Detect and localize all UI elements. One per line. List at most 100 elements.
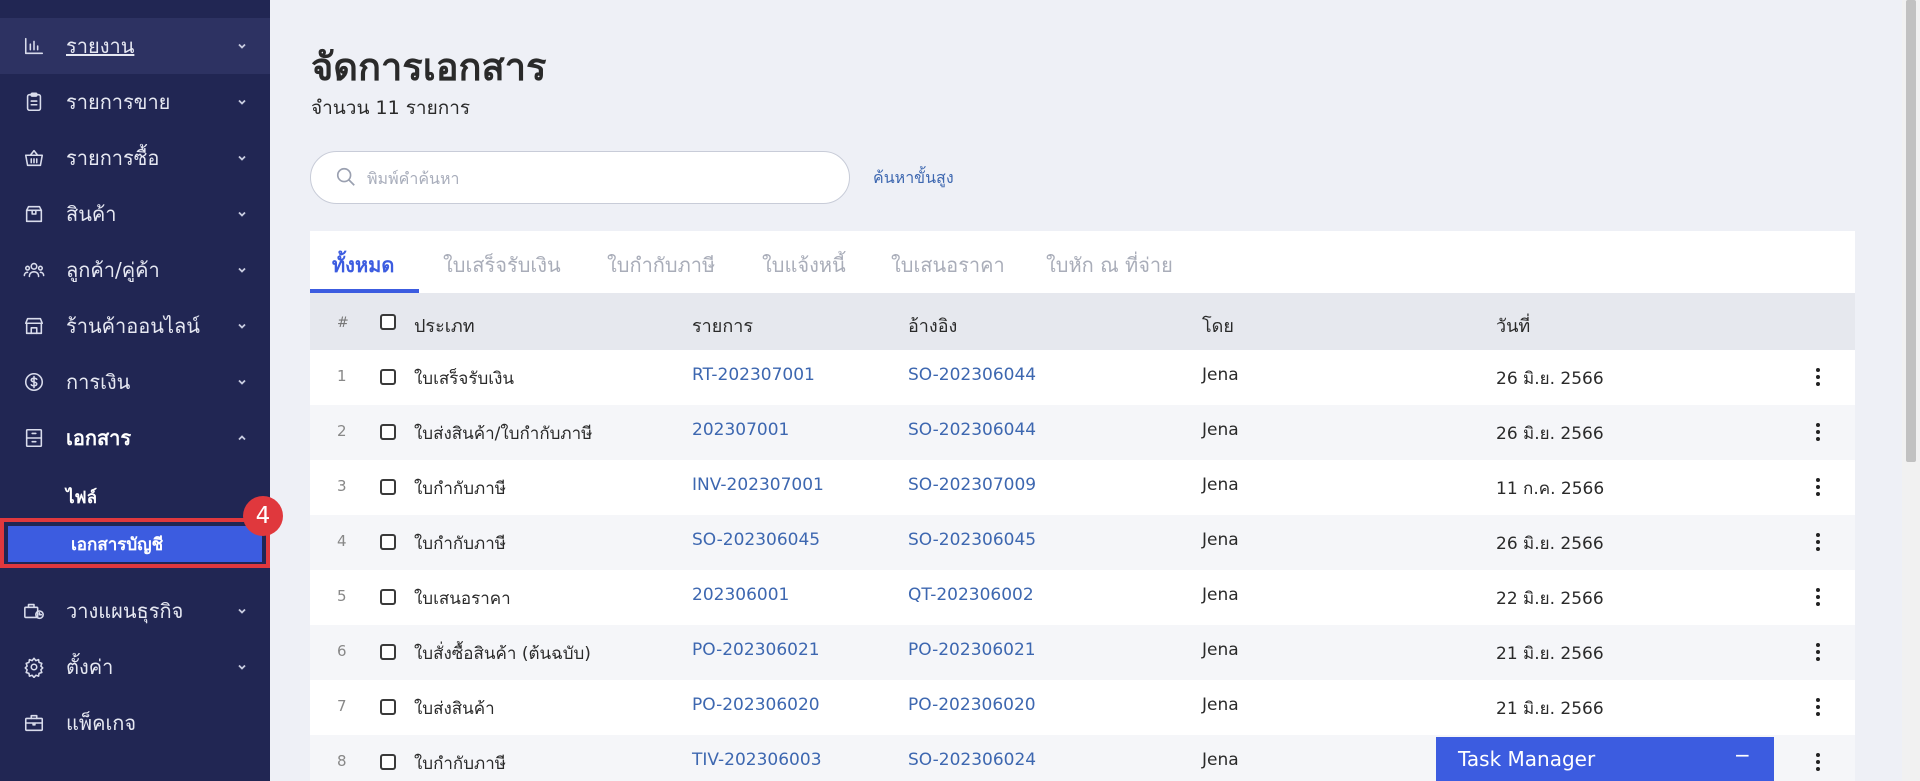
tab-withholding[interactable]: ใบหัก ณ ที่จ่าย (1046, 249, 1173, 281)
users-icon (22, 258, 46, 282)
row-item-link[interactable]: PO-202306020 (692, 695, 820, 715)
row-ref-link[interactable]: SO-202306044 (908, 365, 1036, 385)
tab-tax-invoices[interactable]: ใบกำกับภาษี (607, 249, 715, 281)
row-item-link[interactable]: RT-202307001 (692, 365, 815, 385)
header-by: โดย (1202, 316, 1234, 337)
row-ref-link[interactable]: SO-202306045 (908, 530, 1036, 550)
tab-quotations[interactable]: ใบเสนอราคา (891, 249, 1005, 281)
row-type: ใบกำกับภาษี (414, 754, 506, 774)
table-row[interactable]: 4 ใบกำกับภาษี SO-202306045 SO-202306045 … (310, 515, 1855, 570)
table-row[interactable]: 7 ใบส่งสินค้า PO-202306020 PO-202306020 … (310, 680, 1855, 735)
row-checkbox[interactable] (380, 754, 396, 770)
row-ref-link[interactable]: PO-202306020 (908, 695, 1036, 715)
table-row[interactable]: 2 ใบส่งสินค้า/ใบกำกับภาษี 202307001 SO-2… (310, 405, 1855, 460)
table-row[interactable]: 3 ใบกำกับภาษี INV-202307001 SO-202307009… (310, 460, 1855, 515)
row-by: Jena (1202, 585, 1239, 605)
row-checkbox[interactable] (380, 479, 396, 495)
row-checkbox[interactable] (380, 424, 396, 440)
sidebar-item-label: ร้านค้าออนไลน์ (66, 314, 200, 338)
select-all-checkbox[interactable] (380, 314, 396, 330)
sidebar-item-reports[interactable]: รายงาน (0, 18, 270, 74)
row-ref-link[interactable]: SO-202306044 (908, 420, 1036, 440)
row-by: Jena (1202, 420, 1239, 440)
row-date: 22 มิ.ย. 2566 (1496, 589, 1604, 609)
row-ref-link[interactable]: SO-202306024 (908, 750, 1036, 770)
chevron-down-icon (236, 96, 248, 108)
table-row[interactable]: 6 ใบสั่งซื้อสินค้า (ต้นฉบับ) PO-20230602… (310, 625, 1855, 680)
documents-card: ทั้งหมด ใบเสร็จรับเงิน ใบกำกับภาษี ใบแจ้… (310, 231, 1855, 781)
row-type: ใบสั่งซื้อสินค้า (ต้นฉบับ) (414, 644, 591, 664)
search-box[interactable] (310, 151, 850, 204)
task-manager-panel[interactable]: Task Manager − (1436, 737, 1774, 781)
sidebar-item-label: รายการซื้อ (66, 146, 160, 170)
search-icon (335, 166, 357, 188)
row-ref-link[interactable]: SO-202307009 (908, 475, 1036, 495)
row-item-link[interactable]: TIV-202306003 (692, 750, 822, 770)
tab-bar: ทั้งหมด ใบเสร็จรับเงิน ใบกำกับภาษี ใบแจ้… (310, 231, 1855, 293)
table-header: # ประเภท รายการ อ้างอิง โดย วันที่ (310, 293, 1855, 350)
search-input[interactable] (367, 164, 827, 192)
sidebar-item-label: เอกสาร (66, 426, 132, 450)
sidebar-item-purchases[interactable]: รายการซื้อ (0, 130, 270, 186)
more-options-icon[interactable] (1815, 478, 1821, 498)
row-ref-link[interactable]: PO-202306021 (908, 640, 1036, 660)
sidebar-item-label: วางแผนธุรกิจ (66, 599, 184, 623)
page-title: จัดการเอกสาร (311, 45, 547, 89)
chevron-down-icon (236, 605, 248, 617)
row-by: Jena (1202, 475, 1239, 495)
sidebar-item-customers[interactable]: ลูกค้า/คู่ค้า (0, 242, 270, 298)
sidebar-item-finance[interactable]: การเงิน (0, 354, 270, 410)
advanced-search-link[interactable]: ค้นหาขั้นสูง (873, 166, 954, 191)
row-item-link[interactable]: 202307001 (692, 420, 789, 440)
row-checkbox[interactable] (380, 534, 396, 550)
row-checkbox[interactable] (380, 369, 396, 385)
sidebar-item-business-plan[interactable]: วางแผนธุรกิจ (0, 583, 270, 639)
more-options-icon[interactable] (1815, 753, 1821, 773)
sidebar-item-products[interactable]: สินค้า (0, 186, 270, 242)
table-row[interactable]: 1 ใบเสร็จรับเงิน RT-202307001 SO-2023060… (310, 350, 1855, 405)
row-number: 3 (337, 477, 347, 495)
row-item-link[interactable]: 202306001 (692, 585, 789, 605)
more-options-icon[interactable] (1815, 533, 1821, 553)
tab-invoices[interactable]: ใบแจ้งหนี้ (762, 249, 846, 281)
row-date: 26 มิ.ย. 2566 (1496, 369, 1604, 389)
row-date: 11 ก.ค. 2566 (1496, 479, 1605, 499)
sidebar-item-label: รายการขาย (66, 90, 171, 114)
row-item-link[interactable]: SO-202306045 (692, 530, 820, 550)
sidebar-subitem-highlight: เอกสารบัญชี (8, 526, 262, 562)
row-ref-link[interactable]: QT-202306002 (908, 585, 1034, 605)
more-options-icon[interactable] (1815, 643, 1821, 663)
chevron-up-icon (236, 432, 248, 444)
row-item-link[interactable]: PO-202306021 (692, 640, 820, 660)
row-type: ใบส่งสินค้า (414, 699, 495, 719)
sidebar-item-online-store[interactable]: ร้านค้าออนไลน์ (0, 298, 270, 354)
row-checkbox[interactable] (380, 699, 396, 715)
sidebar-item-sales[interactable]: รายการขาย (0, 74, 270, 130)
sidebar-item-label: แพ็คเกจ (66, 711, 137, 735)
gear-icon (22, 655, 46, 679)
scrollbar-thumb[interactable] (1906, 0, 1916, 462)
row-checkbox[interactable] (380, 644, 396, 660)
tab-receipts[interactable]: ใบเสร็จรับเงิน (443, 249, 561, 281)
row-by: Jena (1202, 750, 1239, 770)
minimize-button[interactable]: − (1734, 743, 1751, 767)
header-hash: # (337, 315, 349, 331)
sidebar: รายงาน รายการขาย รายการซื้อ สินค้า ลูกค้… (0, 0, 283, 781)
row-item-link[interactable]: INV-202307001 (692, 475, 824, 495)
page-scrollbar[interactable] (1902, 0, 1920, 781)
header-type: ประเภท (414, 316, 475, 337)
more-options-icon[interactable] (1815, 698, 1821, 718)
more-options-icon[interactable] (1815, 588, 1821, 608)
sidebar-item-package[interactable]: แพ็คเกจ (0, 695, 270, 751)
sidebar-item-settings[interactable]: ตั้งค่า (0, 639, 270, 695)
row-checkbox[interactable] (380, 589, 396, 605)
sidebar-subitem-files[interactable]: ไฟล์ (66, 484, 97, 511)
more-options-icon[interactable] (1815, 368, 1821, 388)
sidebar-subitem-accounting-docs[interactable]: เอกสารบัญชี (0, 518, 270, 568)
row-type: ใบเสนอราคา (414, 589, 511, 609)
sidebar-subitem-label: เอกสารบัญชี (71, 534, 164, 555)
more-options-icon[interactable] (1815, 423, 1821, 443)
sidebar-item-documents[interactable]: เอกสาร (0, 410, 270, 466)
tab-all[interactable]: ทั้งหมด (332, 249, 394, 281)
table-row[interactable]: 5 ใบเสนอราคา 202306001 QT-202306002 Jena… (310, 570, 1855, 625)
